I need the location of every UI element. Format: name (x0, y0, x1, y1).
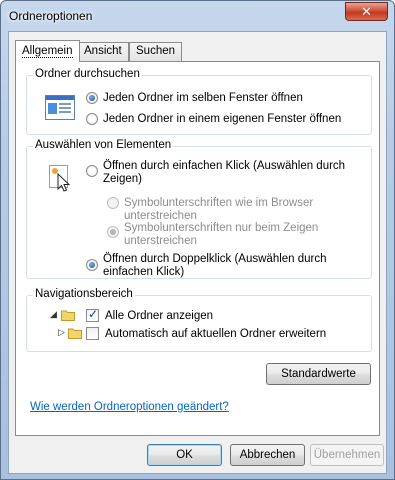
tab-allgemein[interactable]: Allgemein (15, 40, 80, 62)
group-browse-folders: Ordner durchsuchen Jeden Ordner im selbe… (26, 68, 372, 135)
tree-expanded-icon: ◢ (50, 309, 57, 319)
tab-panel-allgemein: Ordner durchsuchen Jeden Ordner im selbe… (15, 61, 380, 436)
tab-suchen[interactable]: Suchen (129, 42, 183, 61)
checkbox-auto-expand[interactable] (86, 327, 99, 340)
radio-double-click[interactable] (86, 259, 98, 271)
dialog-body: Allgemein Ansicht Suchen Ordner durchsuc… (8, 31, 387, 474)
folder-icon (61, 310, 75, 321)
ok-button[interactable]: OK (147, 444, 222, 466)
radio-own-window[interactable] (86, 113, 98, 125)
group-title-navigation-pane: Navigationsbereich (33, 288, 135, 300)
group-title-browse-folders: Ordner durchsuchen (33, 68, 142, 80)
radio-underline-hover[interactable] (107, 226, 119, 238)
label-auto-expand[interactable]: Automatisch auf aktuellen Ordner erweite… (105, 328, 326, 341)
cancel-button[interactable]: Abbrechen (230, 444, 305, 466)
label-same-window[interactable]: Jeden Ordner im selben Fenster öffnen (103, 92, 303, 105)
folder-icon (68, 328, 82, 339)
title-bar: Ordneroptionen ✕ (1, 1, 394, 31)
label-double-click[interactable]: Öffnen durch Doppelklick (Auswählen durc… (103, 253, 368, 279)
help-link[interactable]: Wie werden Ordneroptionen geändert? (30, 401, 229, 413)
close-button[interactable]: ✕ (345, 2, 388, 21)
label-own-window[interactable]: Jeden Ordner in einem eigenen Fenster öf… (103, 113, 341, 126)
group-navigation-pane: Navigationsbereich ◢ Alle Ordner anzeige… (26, 288, 372, 352)
radio-underline-browser[interactable] (107, 197, 119, 209)
restore-defaults-button[interactable]: Standardwerte (266, 363, 371, 385)
click-pointer-icon (49, 165, 71, 192)
label-underline-browser[interactable]: Symbolunterschriften wie im Browser unte… (124, 197, 371, 223)
apply-button[interactable]: Übernehmen (310, 444, 384, 466)
group-click-items: Auswählen von Elementen Öffnen durch ein… (26, 139, 372, 279)
radio-same-window[interactable] (86, 92, 98, 104)
checkbox-show-all-folders[interactable] (86, 307, 99, 322)
tree-collapsed-icon: ▷ (58, 327, 65, 337)
window-layout-icon (45, 95, 75, 120)
label-underline-hover[interactable]: Symbolunterschriften nur beim Zeigen unt… (124, 222, 364, 248)
folder-options-dialog: Ordneroptionen ✕ Allgemein Ansicht Suche… (0, 0, 395, 480)
label-single-click[interactable]: Öffnen durch einfachen Klick (Auswählen … (103, 160, 368, 186)
label-show-all-folders[interactable]: Alle Ordner anzeigen (105, 310, 213, 323)
tab-ansicht[interactable]: Ansicht (77, 42, 129, 61)
group-title-click-items: Auswählen von Elementen (33, 139, 174, 151)
window-title: Ordneroptionen (9, 9, 93, 23)
radio-single-click[interactable] (86, 165, 98, 177)
